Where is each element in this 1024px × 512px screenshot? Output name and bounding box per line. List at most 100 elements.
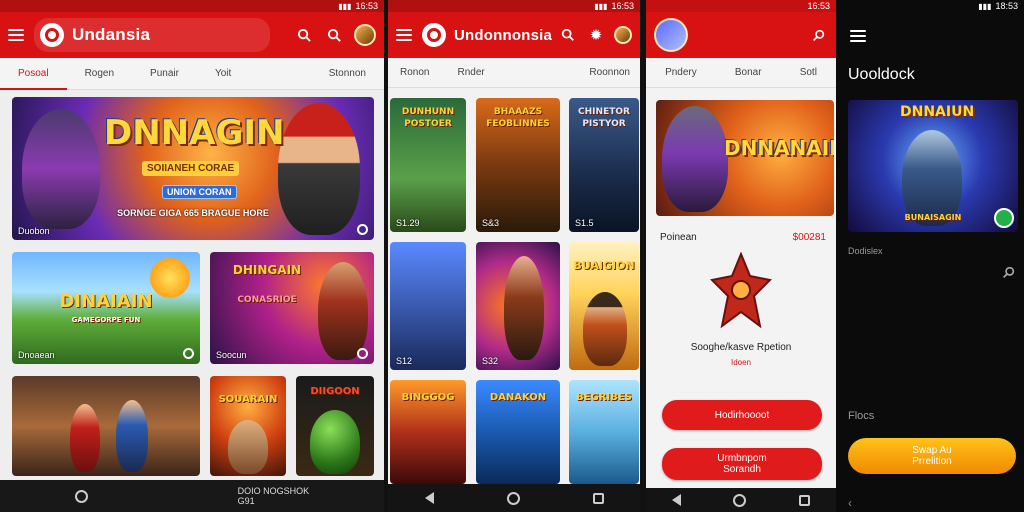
secondary-button[interactable]: Urmbnpom Sorandh: [662, 448, 822, 480]
system-nav-bar: [388, 484, 640, 512]
status-bar: ▮▮▮ 16:53: [0, 0, 384, 12]
app-logo: [422, 23, 446, 47]
poster-title: BUAIGION: [573, 259, 635, 272]
poster-title: CHINETOR PISTYOR: [578, 107, 630, 129]
tab-ronon[interactable]: Ronon: [388, 57, 441, 89]
primary-button[interactable]: Hodirhoooot: [662, 400, 822, 430]
game-poster[interactable]: BEGRIBES: [569, 380, 639, 484]
tab-roonnon[interactable]: Roonnon: [579, 57, 640, 89]
card-caption: Soocun: [216, 350, 247, 360]
menu-icon[interactable]: [8, 29, 24, 41]
game-poster[interactable]: BHAAAZS FEOBLINNES S&3: [476, 98, 560, 232]
app-title: Undansia: [72, 25, 151, 44]
search-icon[interactable]: [808, 25, 828, 45]
poster-title: DUNHUNN POSTOER: [401, 107, 455, 129]
search-icon[interactable]: [294, 25, 314, 45]
tab-pndery[interactable]: Pndery: [661, 57, 701, 89]
game-card[interactable]: DIIGOON: [296, 376, 374, 476]
gear-icon[interactable]: ✹: [586, 25, 606, 45]
favorite-icon[interactable]: [357, 348, 368, 359]
section-label: Dodislex: [848, 246, 883, 256]
poster-title: DANAKON: [489, 392, 547, 403]
search-icon[interactable]: [324, 25, 344, 45]
card-title: SOUARAIN: [218, 394, 278, 405]
tab-punair[interactable]: Punair: [132, 58, 197, 90]
card-subtitle: CONASRIOE: [237, 295, 297, 305]
game-poster[interactable]: S32: [476, 242, 560, 370]
fighter-figure: [318, 262, 368, 360]
game-poster[interactable]: CHINETOR PISTYOR S1.5: [569, 98, 639, 232]
game-card[interactable]: [12, 376, 200, 476]
clock: 18:53: [995, 1, 1018, 11]
status-bar: ▮▮▮ 18:53: [836, 0, 1024, 12]
menu-icon[interactable]: [396, 29, 412, 41]
tab-rnder[interactable]: Rnder: [441, 57, 500, 89]
app-logo: [40, 23, 64, 47]
screen-store: ▮▮▮ 16:53 Undonnonsia ✹ Ronon Rnder Roon…: [388, 0, 640, 512]
clock: 16:53: [355, 1, 378, 11]
menu-icon[interactable]: [850, 30, 866, 42]
app-title: Undonnonsia: [454, 26, 553, 44]
item-subtitle: Idoen: [730, 358, 752, 367]
app-bar: Undonnonsia ✹: [388, 12, 640, 58]
page-title: Uooldock: [848, 66, 915, 83]
hero-banner[interactable]: DNNAGIN SOIIANEH CORAE UNION CORAN SORNG…: [12, 97, 374, 240]
dark-hero-banner[interactable]: DNNAIUN BUNAISAGIN: [848, 100, 1018, 232]
avatar[interactable]: [354, 24, 376, 46]
screenshot-collage: ▮▮▮ 16:53 Undansia Posoal Rogen Punair Y…: [0, 0, 1024, 512]
game-card[interactable]: SOUARAIN: [210, 376, 286, 476]
hero-caption: Duobon: [18, 226, 50, 236]
tab-bar: Ronon Rnder Roonnon: [388, 58, 640, 88]
tab-sotl[interactable]: Sotl: [796, 57, 821, 89]
section-value: $00281: [792, 232, 826, 243]
tab-bonar[interactable]: Bonar: [731, 57, 766, 89]
tab-rogen[interactable]: Rogen: [67, 58, 132, 90]
favorite-icon[interactable]: [183, 348, 194, 359]
game-poster[interactable]: DANAKON: [476, 380, 560, 484]
app-bar: [646, 12, 836, 58]
avatar[interactable]: [614, 26, 632, 44]
back-icon[interactable]: ‹: [848, 496, 852, 510]
tab-posoal[interactable]: Posoal: [0, 58, 67, 90]
poster-price: S32: [482, 356, 499, 366]
avatar[interactable]: [654, 18, 688, 52]
cta-button[interactable]: Swap Au Prrelition: [848, 438, 1016, 474]
back-icon[interactable]: [672, 494, 682, 506]
screen-home: ▮▮▮ 16:53 Undansia Posoal Rogen Punair Y…: [0, 0, 384, 512]
item-title: Sooghe/kasve Rpetion: [690, 342, 792, 353]
warrior-figure: [662, 106, 728, 212]
hero-figure-red: [70, 404, 100, 472]
search-icon[interactable]: [998, 262, 1018, 282]
play-icon[interactable]: [994, 208, 1014, 228]
detail-hero-title: DNNANAIN: [724, 136, 834, 160]
recent-apps-icon[interactable]: [592, 492, 604, 504]
tab-bar: Pndery Bonar Sotl: [646, 58, 836, 88]
game-card[interactable]: DINAIAIN GAMEGORPE FUN Dnoaean: [12, 252, 200, 364]
home-icon[interactable]: [733, 493, 747, 507]
search-icon[interactable]: [558, 25, 578, 45]
game-poster[interactable]: BINGGOG: [390, 380, 466, 484]
poster-price: S1.5: [575, 218, 594, 228]
back-icon[interactable]: [424, 492, 434, 504]
home-icon[interactable]: [74, 489, 88, 503]
system-nav-bar: [646, 488, 836, 512]
poster-price: S12: [396, 356, 413, 366]
favorite-icon[interactable]: [357, 224, 368, 235]
tab-yoit[interactable]: Yoit: [197, 58, 249, 90]
game-poster[interactable]: DUNHUNN POSTOER S1.29: [390, 98, 466, 232]
card-subtitle: GAMEGORPE FUN: [71, 316, 141, 324]
card-title: DINAIAIN: [59, 291, 153, 312]
goblin-figure: [310, 410, 360, 474]
game-poster[interactable]: BUAIGION: [569, 242, 639, 370]
title-pill: Undansia: [34, 18, 271, 52]
home-icon[interactable]: [506, 491, 520, 505]
game-card[interactable]: DHINGAIN CONASRIOE Soocun: [210, 252, 374, 364]
tab-stonnon[interactable]: Stonnon: [311, 58, 384, 90]
armored-figure: [228, 420, 268, 474]
poster-title: BEGRIBES: [576, 392, 632, 403]
section-label: Poinean: [660, 232, 697, 243]
recent-apps-icon[interactable]: [798, 494, 810, 506]
bottom-info-line: G91: [237, 496, 255, 506]
detail-hero-banner[interactable]: DNNANAIN: [656, 100, 834, 216]
game-poster[interactable]: S12: [390, 242, 466, 370]
